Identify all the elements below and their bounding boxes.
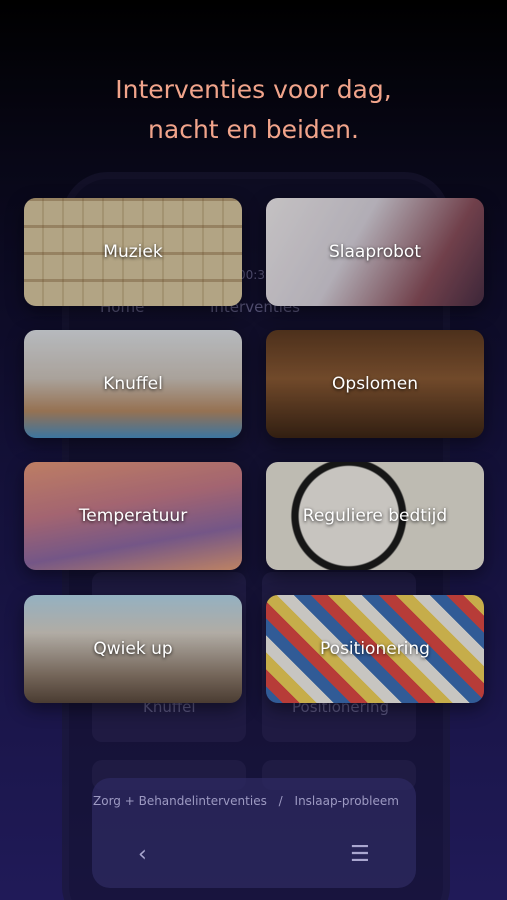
tile-slaaprobot[interactable]: Slaaprobot bbox=[266, 198, 484, 306]
tile-label: Opslomen bbox=[332, 374, 418, 394]
headline: Interventies voor dag, nacht en beiden. bbox=[0, 70, 507, 150]
headline-line-1: Interventies voor dag, bbox=[115, 75, 392, 104]
tile-temperatuur[interactable]: Temperatuur bbox=[24, 462, 242, 570]
tile-label: Temperatuur bbox=[78, 506, 188, 526]
breadcrumb-separator: / bbox=[278, 794, 283, 808]
tile-qwiek-up[interactable]: Qwiek up bbox=[24, 595, 242, 703]
tile-label: Reguliere bedtijd bbox=[302, 506, 448, 526]
breadcrumb: Zorg + Behandelinterventies / Inslaap-pr… bbox=[93, 794, 415, 808]
tile-label: Knuffel bbox=[103, 374, 163, 394]
breadcrumb-item-2[interactable]: Inslaap-probleem bbox=[295, 794, 399, 808]
tile-knuffel[interactable]: Knuffel bbox=[24, 330, 242, 438]
tile-positionering[interactable]: Positionering bbox=[266, 595, 484, 703]
tile-opslomen[interactable]: Opslomen bbox=[266, 330, 484, 438]
back-chevron-icon[interactable]: ‹ bbox=[138, 842, 147, 867]
tile-label: Positionering bbox=[320, 639, 430, 659]
headline-line-2: nacht en beiden. bbox=[148, 115, 359, 144]
menu-icon[interactable]: ☰ bbox=[350, 842, 370, 867]
tile-muziek[interactable]: Muziek bbox=[24, 198, 242, 306]
tile-label: Slaaprobot bbox=[328, 242, 421, 262]
tile-label: Qwiek up bbox=[93, 639, 173, 659]
tile-reguliere-bedtijd[interactable]: Reguliere bedtijd bbox=[266, 462, 484, 570]
breadcrumb-item-1[interactable]: Zorg + Behandelinterventies bbox=[93, 794, 267, 808]
tile-label: Muziek bbox=[103, 242, 163, 262]
